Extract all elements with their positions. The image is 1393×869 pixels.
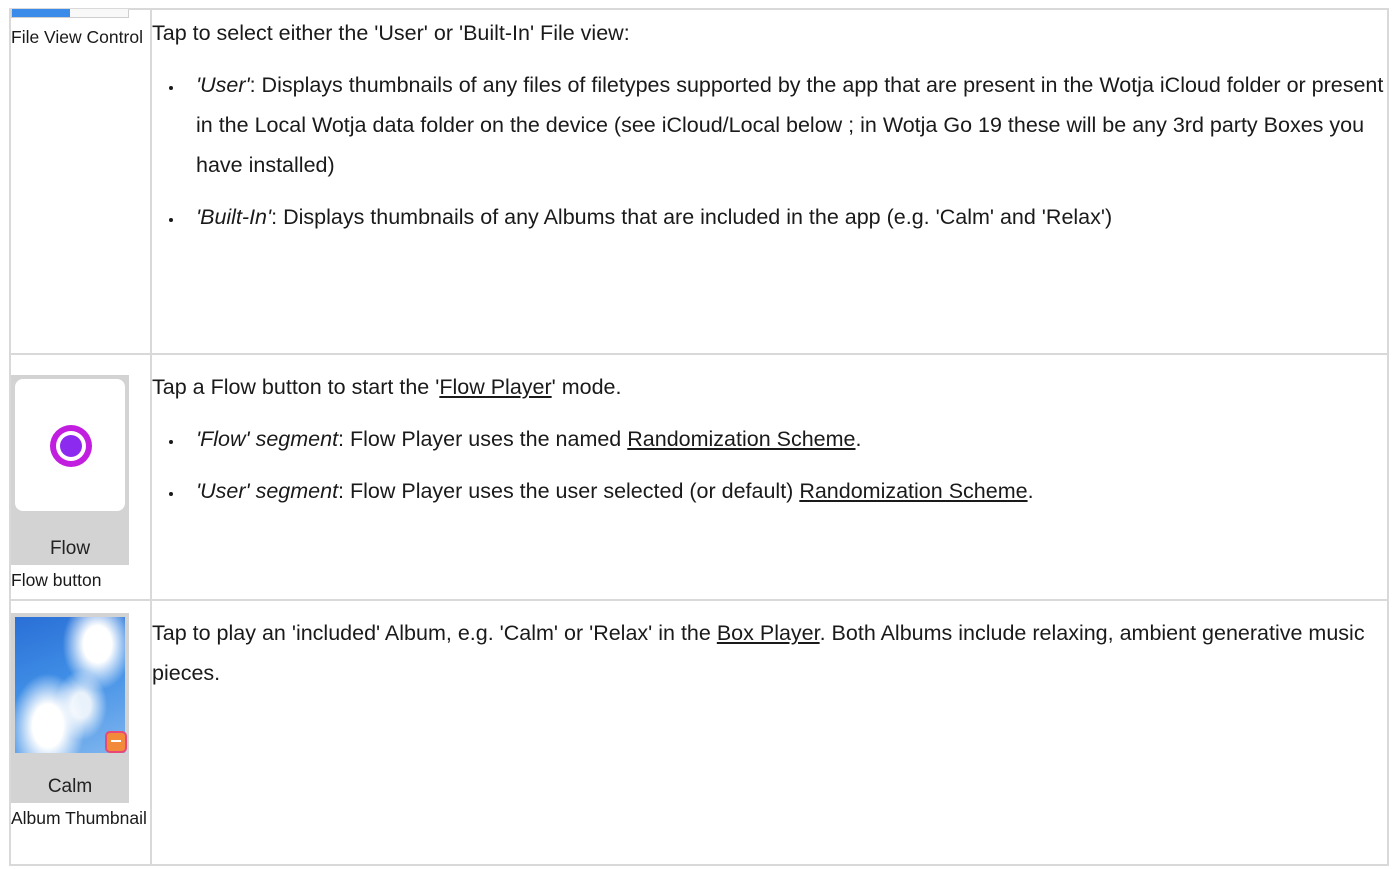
album-thumbnail[interactable]: Calm (11, 613, 129, 803)
thumbnail-caption: Album Thumbnail (11, 808, 147, 828)
bullet-text: . (855, 427, 862, 451)
segment-built-in (70, 9, 128, 17)
description-intro: Tap to play an 'included' Album, e.g. 'C… (152, 613, 1387, 693)
flow-rings-icon (50, 425, 92, 467)
album-box-icon (105, 731, 127, 753)
bullet-term: 'User' segment (196, 479, 339, 503)
intro-text: ' mode. (551, 375, 622, 399)
thumbnail-cell: Flow Flow button (9, 353, 152, 601)
table-row: Calm Album Thumbnail Tap to play an 'inc… (9, 599, 1389, 866)
bullet-term: 'Flow' segment (196, 427, 339, 451)
thumbnail-cell: Calm Album Thumbnail (9, 599, 152, 866)
bullet-text: : Displays thumbnails of any Albums that… (271, 205, 1113, 229)
bullet-list: 'Flow' segment: Flow Player uses the nam… (152, 419, 1387, 511)
thumbnail-caption: File View Control (11, 27, 143, 47)
bullet-text: . (1027, 479, 1034, 503)
flow-button-label: Flow (49, 538, 91, 559)
album-label: Calm (47, 776, 93, 797)
bullet-term: 'Built-In' (196, 205, 272, 229)
bullet-text: : Flow Player uses the named (338, 427, 628, 451)
list-item: 'Flow' segment: Flow Player uses the nam… (184, 419, 1387, 459)
flow-button[interactable]: Flow (11, 375, 129, 565)
intro-text: Tap to play an 'included' Album, e.g. 'C… (152, 621, 717, 645)
flow-button-card (15, 379, 125, 511)
table-row: File View Control Tap to select either t… (9, 8, 1389, 355)
randomization-scheme-link[interactable]: Randomization Scheme (627, 427, 855, 451)
table-row: Flow Flow button Tap a Flow button to st… (9, 353, 1389, 601)
segment-user (12, 9, 70, 17)
list-item: 'User' segment: Flow Player uses the use… (184, 471, 1387, 511)
bullet-term: 'User' (196, 73, 250, 97)
bullet-text: : Flow Player uses the user selected (or… (338, 479, 800, 503)
bullet-text: : Displays thumbnails of any files of fi… (196, 73, 1384, 177)
flow-player-link[interactable]: Flow Player (439, 375, 551, 399)
intro-text: Tap a Flow button to start the ' (152, 375, 440, 399)
thumbnail-caption: Flow button (11, 570, 102, 590)
description-cell: Tap to play an 'included' Album, e.g. 'C… (150, 599, 1389, 866)
description-intro: Tap a Flow button to start the 'Flow Pla… (152, 367, 1387, 407)
thumbnail-cell: File View Control (9, 8, 152, 355)
box-player-link[interactable]: Box Player (717, 621, 820, 645)
help-table: File View Control Tap to select either t… (9, 8, 1389, 866)
description-intro: Tap to select either the 'User' or 'Buil… (152, 21, 630, 45)
list-item: 'Built-In': Displays thumbnails of any A… (184, 197, 1387, 237)
bullet-list: 'User': Displays thumbnails of any files… (152, 65, 1387, 237)
randomization-scheme-link[interactable]: Randomization Scheme (799, 479, 1027, 503)
description-cell: Tap to select either the 'User' or 'Buil… (150, 8, 1389, 355)
file-view-segmented-control (11, 8, 129, 18)
list-item: 'User': Displays thumbnails of any files… (184, 65, 1387, 185)
description-cell: Tap a Flow button to start the 'Flow Pla… (150, 353, 1389, 601)
